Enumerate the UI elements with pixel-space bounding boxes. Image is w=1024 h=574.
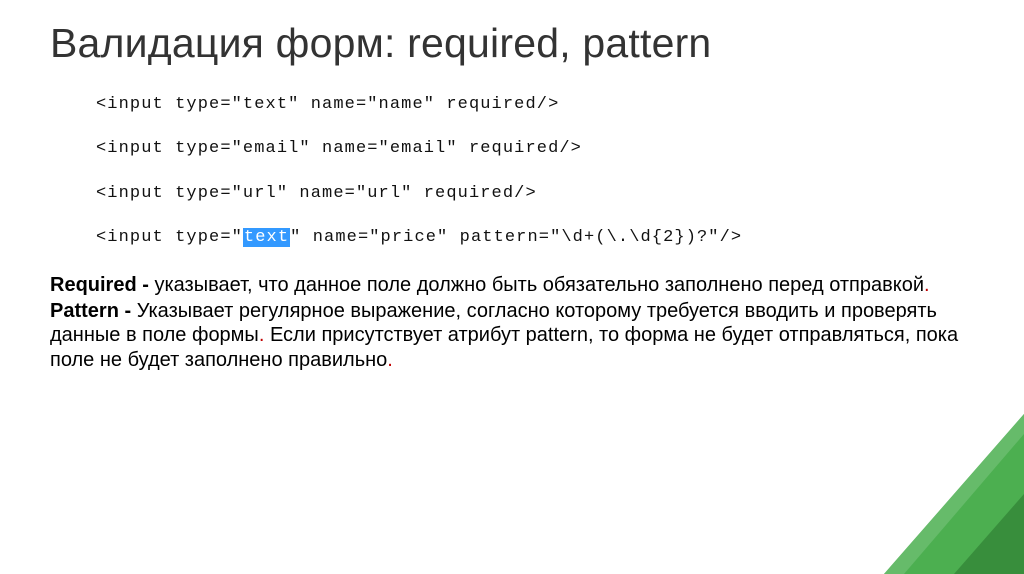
paragraph-pattern: Pattern - Указывает регулярное выражение…: [50, 299, 974, 372]
code-line-4: <input type="text" name="price" pattern=…: [96, 228, 974, 248]
stop-2: .: [259, 324, 270, 346]
text-required: указывает, что данное поле должно быть о…: [154, 274, 924, 296]
code-line-2: <input type="email" name="email" require…: [96, 139, 974, 159]
term-required: Required -: [50, 274, 154, 296]
body-text: Required - указывает, что данное поле до…: [50, 273, 974, 373]
code-line-1: <input type="text" name="name" required/…: [96, 95, 974, 115]
code-l4-pre: <input type=": [96, 228, 243, 247]
code-line-3: <input type="url" name="url" required/>: [96, 184, 974, 204]
code-block: <input type="text" name="name" required/…: [96, 95, 974, 249]
slide: Валидация форм: required, pattern <input…: [0, 0, 1024, 574]
code-l4-post: " name="price" pattern="\d+(\.\d{2})?"/>: [290, 228, 742, 247]
slide-title: Валидация форм: required, pattern: [50, 20, 974, 67]
paragraph-required: Required - указывает, что данное поле до…: [50, 273, 974, 297]
stop-3: .: [387, 349, 393, 371]
term-pattern: Pattern -: [50, 300, 137, 322]
decoration-triangle-icon: [834, 374, 1024, 574]
code-l4-highlight: text: [243, 228, 290, 247]
stop-1: .: [924, 274, 930, 296]
